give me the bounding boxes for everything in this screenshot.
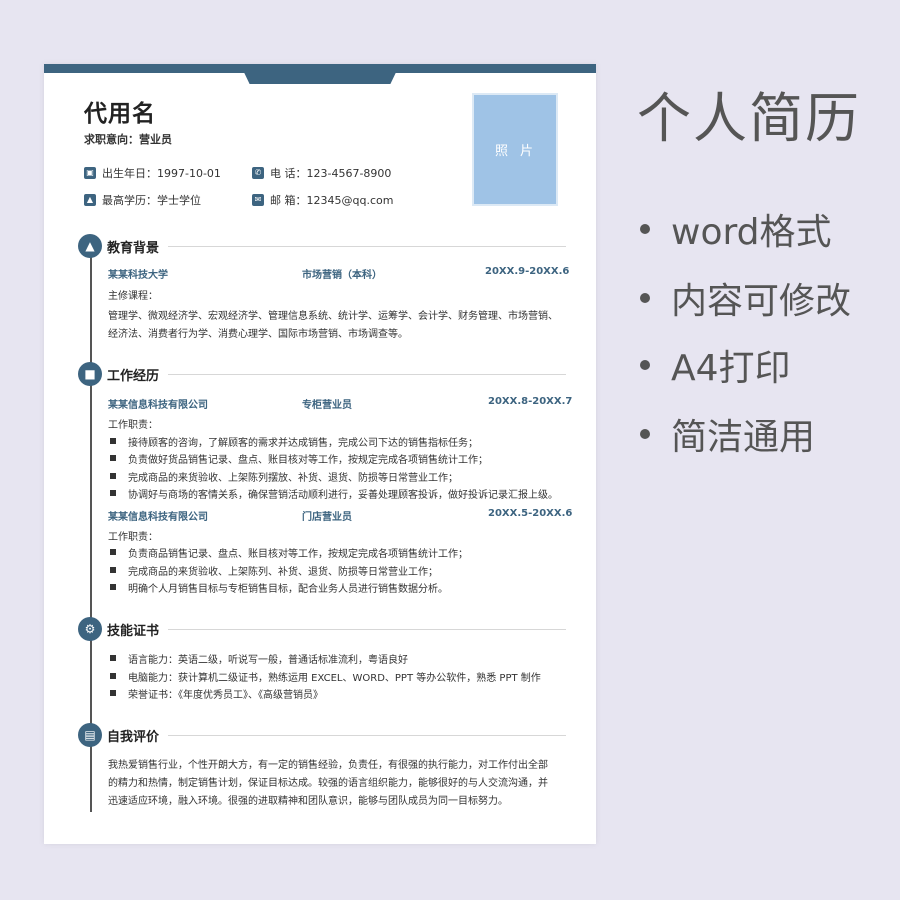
job-duty-item: 接待顾客的咨询，了解顾客的需求并达成销售，完成公司下达的销售指标任务； — [108, 434, 478, 449]
graduation-cap-icon: ▲ — [78, 234, 102, 258]
section-self-evaluation: ▤ 自我评价 — [78, 723, 566, 747]
job-duty-item: 协调好与商场的客情关系，确保营销活动顺利进行，妥善处理顾客投诉，做好投诉记录汇报… — [108, 486, 558, 501]
skill-item: 荣誉证书：《年度优秀员工》、《高级营销员》 — [108, 686, 323, 701]
job-duty-item: 完成商品的来货验收、上架陈列摆放、补货、退货、防损等日常营业工作； — [108, 469, 458, 484]
job-duty-label: 工作职责： — [108, 420, 158, 431]
info-degree: ▲ 最高学历：学士学位 — [84, 192, 201, 208]
job-intent: 求职意向：营业员 — [84, 133, 172, 146]
resume-page: 代用名 求职意向：营业员 ▣ 出生年日：1997-10-01 ✆ 电 话：123… — [44, 64, 596, 844]
graduation-icon: ▲ — [84, 194, 96, 206]
info-birth: ▣ 出生年日：1997-10-01 — [84, 165, 221, 181]
phone-icon: ✆ — [252, 167, 264, 179]
job-duty-item: 明确个人月销售目标与专柜销售目标，配合业务人员进行销售数据分析。 — [108, 580, 448, 595]
job-position: 门店营业员 — [302, 512, 352, 523]
self-eval-line: 我热爱销售行业，个性开朗大方，有一定的销售经验，负责任，有很强的执行能力，对工作… — [108, 760, 548, 771]
gear-icon: ⚙ — [78, 617, 102, 641]
bullet-dot-icon — [640, 360, 650, 370]
info-degree-text: 最高学历：学士学位 — [102, 194, 201, 207]
info-birth-text: 出生年日：1997-10-01 — [102, 167, 221, 180]
edu-period: 20XX.9-20XX.6 — [485, 266, 570, 277]
promo-title: 个人简历 — [637, 87, 861, 150]
job-period: 20XX.8-20XX.7 — [488, 396, 573, 407]
feature-item: word格式 — [640, 203, 832, 255]
mail-icon: ✉ — [252, 194, 264, 206]
notebook-icon: ▤ — [78, 723, 102, 747]
feature-label: 简洁通用 — [671, 417, 816, 458]
edu-courses-line: 经济法、消费者行为学、消费心理学、国际市场营销、市场调查等。 — [108, 329, 408, 340]
section-rule — [168, 735, 566, 736]
job-company: 某某信息科技有限公司 — [108, 400, 208, 411]
calendar-icon: ▣ — [84, 167, 96, 179]
job-position: 专柜营业员 — [302, 400, 352, 411]
edu-courses-line: 管理学、微观经济学、宏观经济学、管理信息系统、统计学、运筹学、会计学、财务管理、… — [108, 311, 558, 322]
info-email: ✉ 邮 箱：12345@qq.com — [252, 192, 393, 208]
info-phone: ✆ 电 话：123-4567-8900 — [252, 165, 391, 181]
info-phone-text: 电 话：123-4567-8900 — [270, 167, 392, 180]
feature-item: A4打印 — [640, 339, 791, 391]
edu-major: 市场营销（本科） — [302, 270, 382, 281]
info-email-text: 邮 箱：12345@qq.com — [270, 194, 394, 207]
job-duty-item: 完成商品的来货验收、上架陈列、补货、退货、防损等日常营业工作； — [108, 563, 438, 578]
feature-label: A4打印 — [671, 348, 791, 389]
section-work: ■ 工作经历 — [78, 362, 566, 386]
candidate-name: 代用名 — [84, 101, 156, 127]
section-title: 技能证书 — [107, 624, 160, 639]
job-duty-label: 工作职责： — [108, 532, 158, 543]
skill-item: 语言能力：英语二级，听说写一般，普通话标准流利，粤语良好 — [108, 651, 408, 666]
job-duty-item: 负责做好货品销售记录、盘点、账目核对等工作，按规定完成各项销售统计工作； — [108, 451, 488, 466]
job-duty-item: 负责商品销售记录、盘点、账目核对等工作，按规定完成各项销售统计工作； — [108, 545, 468, 560]
bullet-dot-icon — [640, 224, 650, 234]
section-education: ▲ 教育背景 — [78, 234, 566, 258]
section-title: 教育背景 — [107, 241, 160, 256]
section-skills: ⚙ 技能证书 — [78, 617, 566, 641]
self-eval-line: 的精力和热情，制定销售计划，保证目标达成。较强的语言组织能力，能够很好的与人交流… — [108, 778, 548, 789]
section-title: 工作经历 — [107, 369, 160, 384]
section-title: 自我评价 — [107, 730, 160, 745]
feature-item: 简洁通用 — [640, 408, 815, 460]
feature-item: 内容可修改 — [640, 272, 851, 324]
feature-label: word格式 — [671, 212, 832, 253]
briefcase-icon: ■ — [78, 362, 102, 386]
skill-item: 电脑能力：获计算机二级证书，熟练运用 EXCEL、WORD、PPT 等办公软件，… — [108, 669, 541, 684]
header-tab — [240, 64, 400, 84]
self-eval-line: 迅速适应环境，融入环境。很强的进取精神和团队意识，能够与团队成员为同一目标努力。 — [108, 796, 508, 807]
section-rule — [168, 374, 566, 375]
job-period: 20XX.5-20XX.6 — [488, 508, 573, 519]
feature-label: 内容可修改 — [671, 281, 852, 322]
bullet-dot-icon — [640, 293, 650, 303]
section-rule — [168, 246, 566, 247]
photo-placeholder: 照片 — [472, 93, 558, 206]
job-company: 某某信息科技有限公司 — [108, 512, 208, 523]
edu-courses-label: 主修课程： — [108, 291, 158, 302]
section-rule — [168, 629, 566, 630]
edu-school: 某某科技大学 — [108, 270, 168, 281]
bullet-dot-icon — [640, 429, 650, 439]
